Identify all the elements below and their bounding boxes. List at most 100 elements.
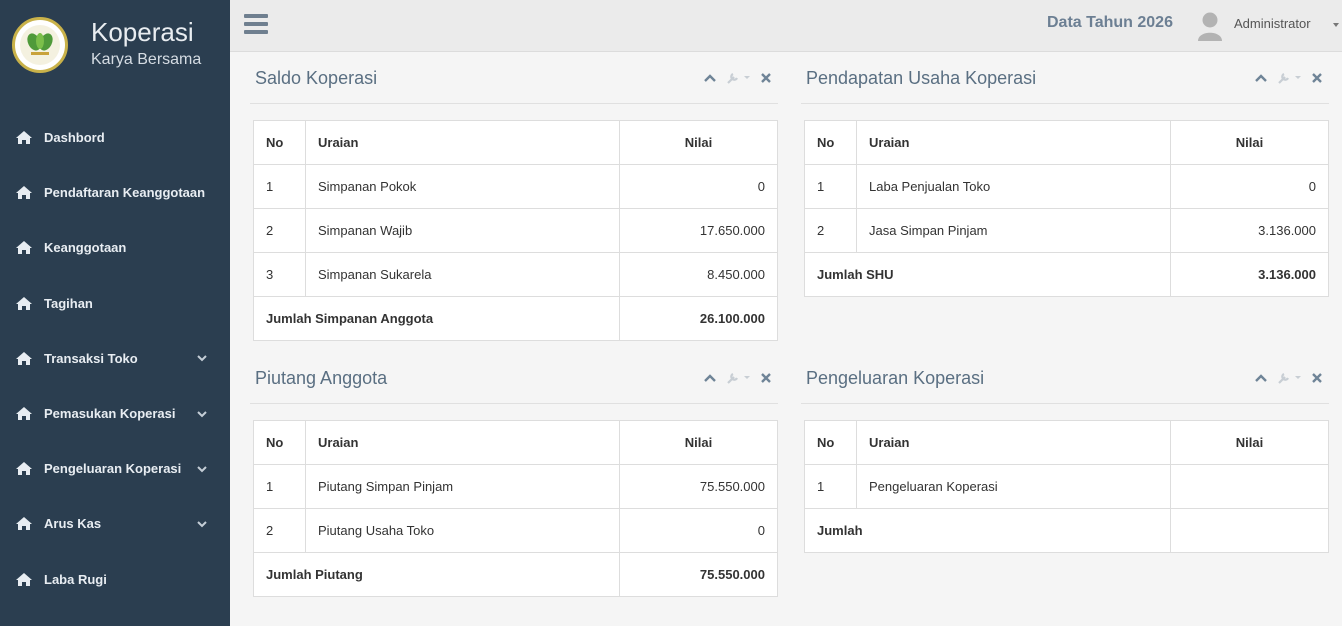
sidebar-item-label: Arus Kas (44, 516, 102, 532)
table-total-row: Jumlah (804, 508, 1329, 553)
col-header-nilai: Nilai (1170, 120, 1329, 165)
close-icon[interactable] (760, 72, 772, 84)
sidebar-item-pemasukan-koperasi[interactable]: Pemasukan Koperasi (0, 386, 230, 441)
wrench-icon[interactable] (726, 371, 752, 385)
sidebar-item-dashbord[interactable]: Dashbord (0, 110, 230, 165)
col-header-no: No (253, 120, 306, 165)
data-table: No Uraian Nilai 1 Pengeluaran Koperasi Jumlah (804, 420, 1329, 553)
cell-uraian: Piutang Simpan Pinjam (305, 464, 620, 509)
home-icon (16, 407, 32, 421)
widget-pengeluaran-koperasi: Pengeluaran Koperasi No Uraian Nilai 1 Pengel… (801, 352, 1329, 553)
cell-nilai: 0 (1170, 164, 1329, 209)
cell-nilai (1170, 464, 1329, 509)
home-icon (16, 186, 32, 200)
total-label: Jumlah SHU (804, 252, 1171, 297)
sidebar-item-tagihan[interactable]: Tagihan (0, 276, 230, 331)
hamburger-icon[interactable] (244, 14, 268, 34)
table-header-row: No Uraian Nilai (253, 420, 778, 465)
caret-down-icon[interactable] (1333, 23, 1339, 27)
sidebar-item-arus-kas[interactable]: Arus Kas (0, 496, 230, 551)
chevron-down-icon (197, 466, 207, 473)
cell-no: 1 (253, 464, 306, 509)
cell-uraian: Laba Penjualan Toko (856, 164, 1171, 209)
chevron-down-icon (197, 521, 207, 528)
col-header-uraian: Uraian (305, 120, 620, 165)
table-header-row: No Uraian Nilai (804, 120, 1329, 165)
data-table: No Uraian Nilai 1 Laba Penjualan Toko 0 2 Jasa … (804, 120, 1329, 297)
data-year-label: Data Tahun 2026 (1047, 14, 1173, 31)
sidebar-item-keanggotaan[interactable]: Keanggotaan (0, 220, 230, 275)
table-row: 2 Jasa Simpan Pinjam 3.136.000 (804, 208, 1329, 253)
sidebar-item-pendaftaran-keanggotaan[interactable]: Pendaftaran Keanggotaan (0, 165, 230, 220)
sidebar-item-pengeluaran-koperasi[interactable]: Pengeluaran Koperasi (0, 441, 230, 496)
widget-header: Pengeluaran Koperasi (801, 352, 1329, 404)
chevron-down-icon (197, 410, 207, 417)
cell-no: 1 (804, 464, 857, 509)
cell-nilai: 75.550.000 (619, 464, 778, 509)
sidebar-item-label: Dashbord (44, 130, 105, 146)
col-header-nilai: Nilai (1170, 420, 1329, 465)
widget-title: Pengeluaran Koperasi (806, 368, 985, 388)
table-header-row: No Uraian Nilai (253, 120, 778, 165)
cell-uraian: Pengeluaran Koperasi (856, 464, 1171, 509)
total-value: 75.550.000 (619, 552, 778, 597)
chevron-up-icon[interactable] (703, 73, 717, 83)
cell-nilai: 17.650.000 (619, 208, 778, 253)
sidebar-item-transaksi-toko[interactable]: Transaksi Toko (0, 331, 230, 386)
home-icon (16, 131, 32, 145)
home-icon (16, 517, 32, 531)
col-header-uraian: Uraian (305, 420, 620, 465)
col-header-no: No (804, 420, 857, 465)
cell-uraian: Simpanan Wajib (305, 208, 620, 253)
chevron-down-icon (197, 355, 207, 362)
col-header-no: No (804, 120, 857, 165)
sidebar-item-laba-rugi[interactable]: Laba Rugi (0, 552, 230, 607)
widget-saldo-koperasi: Saldo Koperasi No Uraian Nilai 1 Simpanan Pok… (250, 52, 778, 341)
sidebar-menu: Dashbord Pendaftaran Keanggotaan Keanggota… (0, 110, 230, 607)
user-menu[interactable]: Administrator (1234, 16, 1311, 31)
topbar: Data Tahun 2026 Administrator (230, 0, 1342, 52)
cell-nilai: 0 (619, 508, 778, 553)
close-icon[interactable] (1311, 72, 1323, 84)
home-icon (16, 241, 32, 255)
table-total-row: Jumlah Piutang 75.550.000 (253, 552, 778, 597)
close-icon[interactable] (1311, 372, 1323, 384)
widget-pendapatan-usaha: Pendapatan Usaha Koperasi No Uraian Nilai 1 L… (801, 52, 1329, 297)
total-value: 3.136.000 (1170, 252, 1329, 297)
wrench-icon[interactable] (1277, 71, 1303, 85)
wrench-icon[interactable] (1277, 371, 1303, 385)
cell-nilai: 8.450.000 (619, 252, 778, 297)
wrench-icon[interactable] (726, 71, 752, 85)
chevron-up-icon[interactable] (1254, 73, 1268, 83)
brand-subtitle: Karya Bersama (91, 51, 202, 68)
sidebar-item-label: Pemasukan Koperasi (44, 406, 176, 422)
table-row: 1 Simpanan Pokok 0 (253, 164, 778, 209)
cell-no: 2 (253, 508, 306, 553)
close-icon[interactable] (760, 372, 772, 384)
sidebar-item-label: Tagihan (44, 295, 93, 311)
table-row: 3 Simpanan Sukarela 8.450.000 (253, 252, 778, 297)
home-icon (16, 351, 32, 365)
widget-header: Saldo Koperasi (250, 52, 778, 104)
total-value: 26.100.000 (619, 296, 778, 341)
table-row: 1 Pengeluaran Koperasi (804, 464, 1329, 509)
cell-uraian: Simpanan Sukarela (305, 252, 620, 297)
cell-nilai: 3.136.000 (1170, 208, 1329, 253)
cell-no: 2 (804, 208, 857, 253)
chevron-up-icon[interactable] (1254, 373, 1268, 383)
widget-piutang-anggota: Piutang Anggota No Uraian Nilai 1 Piutang Sim… (250, 352, 778, 597)
total-label: Jumlah (804, 508, 1171, 553)
table-header-row: No Uraian Nilai (804, 420, 1329, 465)
widget-title: Piutang Anggota (255, 368, 388, 388)
data-table: No Uraian Nilai 1 Simpanan Pokok 0 2 Simpanan W… (253, 120, 778, 341)
brand: Koperasi Karya Bersama (0, 0, 230, 90)
user-avatar-icon[interactable] (1197, 11, 1223, 41)
leaf-emblem-icon (27, 33, 53, 55)
table-row: 2 Simpanan Wajib 17.650.000 (253, 208, 778, 253)
chevron-up-icon[interactable] (703, 373, 717, 383)
total-label: Jumlah Piutang (253, 552, 620, 597)
widget-header: Pendapatan Usaha Koperasi (801, 52, 1329, 104)
cell-uraian: Simpanan Pokok (305, 164, 620, 209)
cell-uraian: Piutang Usaha Toko (305, 508, 620, 553)
col-header-no: No (253, 420, 306, 465)
